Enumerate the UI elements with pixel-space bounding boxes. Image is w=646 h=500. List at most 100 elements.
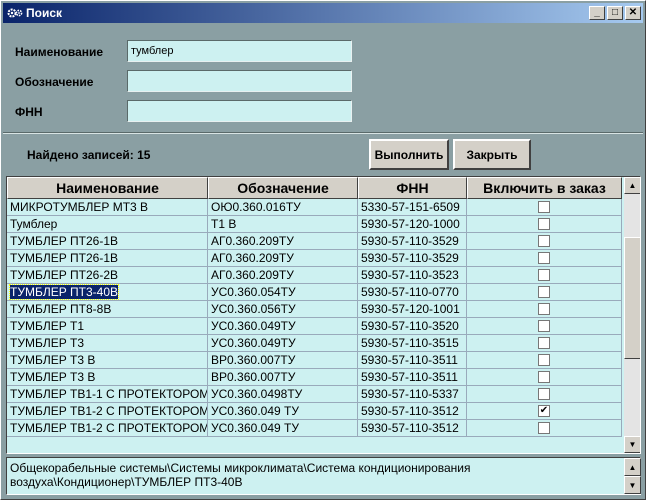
cell-fnn[interactable]: 5930-57-110-0770 bbox=[358, 284, 467, 301]
cell-name[interactable]: ТУМБЛЕР ПТ26-2В bbox=[7, 267, 208, 284]
cell-fnn[interactable]: 5930-57-110-3520 bbox=[358, 318, 467, 335]
cell-name[interactable]: ТУМБЛЕР ПТ26-1В bbox=[7, 233, 208, 250]
table-row[interactable]: Тумблер Т1 В 5930-57-120-1000 bbox=[7, 216, 622, 233]
include-checkbox[interactable] bbox=[538, 201, 550, 213]
cell-name-text: ТУМБЛЕР ПТ8-8В bbox=[10, 302, 112, 316]
include-checkbox[interactable] bbox=[538, 320, 550, 332]
table-row[interactable]: ТУМБЛЕР Т3 В ВР0.360.007ТУ 5930-57-110-351… bbox=[7, 352, 622, 369]
include-checkbox[interactable] bbox=[538, 286, 550, 298]
close-window-button[interactable]: ✕ bbox=[625, 6, 641, 20]
search-form: Наименование Обозначение ФНН bbox=[3, 25, 643, 131]
cell-name[interactable]: ТУМБЛЕР Т3 В bbox=[7, 352, 208, 369]
include-checkbox[interactable] bbox=[538, 303, 550, 315]
cell-include bbox=[467, 301, 622, 318]
cell-name[interactable]: МИКРОТУМБЛЕР МТ3 В bbox=[7, 199, 208, 216]
path-vertical-scrollbar[interactable]: ▲ ▼ bbox=[624, 458, 641, 494]
cell-designation[interactable]: ВР0.360.007ТУ bbox=[208, 369, 358, 386]
include-checkbox[interactable] bbox=[538, 422, 550, 434]
cell-name[interactable]: ТУМБЛЕР ПТ8-8В bbox=[7, 301, 208, 318]
cell-designation[interactable]: УС0.360.049ТУ bbox=[208, 335, 358, 352]
scroll-thumb[interactable] bbox=[624, 237, 640, 359]
table-row[interactable]: ТУМБЛЕР ПТ26-2В АГ0.360.209ТУ 5930-57-110-… bbox=[7, 267, 622, 284]
cell-fnn[interactable]: 5930-57-110-3529 bbox=[358, 233, 467, 250]
include-checkbox[interactable] bbox=[538, 337, 550, 349]
cell-name[interactable]: ТУМБЛЕР ТВ1-2 С ПРОТЕКТОРОМ bbox=[7, 403, 208, 420]
cell-name[interactable]: ТУМБЛЕР ТВ1-2 С ПРОТЕКТОРОМ bbox=[7, 420, 208, 437]
table-row[interactable]: ТУМБЛЕР ПТ26-1В АГ0.360.209ТУ 5930-57-110-… bbox=[7, 250, 622, 267]
cell-designation[interactable]: ВР0.360.007ТУ bbox=[208, 352, 358, 369]
cell-name-text: Тумблер bbox=[10, 217, 58, 231]
maximize-button[interactable]: □ bbox=[607, 6, 623, 20]
cell-name[interactable]: ТУМБЛЕР ПТ26-1В bbox=[7, 250, 208, 267]
cell-designation[interactable]: АГ0.360.209ТУ bbox=[208, 233, 358, 250]
title-bar[interactable]: Поиск _ □ ✕ bbox=[3, 3, 643, 23]
fnn-input[interactable] bbox=[127, 100, 352, 122]
include-checkbox[interactable] bbox=[538, 269, 550, 281]
minimize-button[interactable]: _ bbox=[589, 6, 605, 20]
table-row[interactable]: ТУМБЛЕР ТВ1-1 С ПРОТЕКТОРОМ УС0.360.0498Т… bbox=[7, 386, 622, 403]
include-checkbox[interactable] bbox=[538, 388, 550, 400]
cell-fnn[interactable]: 5930-57-110-3511 bbox=[358, 352, 467, 369]
table-row[interactable]: ТУМБЛЕР ТВ1-2 С ПРОТЕКТОРОМ УС0.360.049 Т… bbox=[7, 403, 622, 420]
table-row[interactable]: ТУМБЛЕР Т1 УС0.360.049ТУ 5930-57-110-3520 bbox=[7, 318, 622, 335]
path-scroll-down-icon[interactable]: ▼ bbox=[624, 476, 641, 494]
cell-fnn[interactable]: 5930-57-110-3511 bbox=[358, 369, 467, 386]
cell-designation[interactable]: Т1 В bbox=[208, 216, 358, 233]
cell-fnn[interactable]: 5930-57-110-3529 bbox=[358, 250, 467, 267]
cell-designation[interactable]: УС0.360.049ТУ bbox=[208, 318, 358, 335]
include-checkbox[interactable] bbox=[538, 218, 550, 230]
cell-name[interactable]: ТУМБЛЕР Т3 bbox=[7, 335, 208, 352]
include-checkbox[interactable] bbox=[538, 354, 550, 366]
cell-fnn[interactable]: 5930-57-120-1000 bbox=[358, 216, 467, 233]
cell-designation[interactable]: УС0.360.054ТУ bbox=[208, 284, 358, 301]
column-header-fnn[interactable]: ФНН bbox=[358, 177, 467, 199]
table-row[interactable]: ТУМБЛЕР ТВ1-2 С ПРОТЕКТОРОМ УС0.360.049 Т… bbox=[7, 420, 622, 437]
cell-name[interactable]: ТУМБЛЕР ПТ3-40В bbox=[7, 284, 208, 301]
column-header-designation[interactable]: Обозначение bbox=[208, 177, 358, 199]
cell-fnn[interactable]: 5930-57-110-3523 bbox=[358, 267, 467, 284]
table-row[interactable]: ТУМБЛЕР ПТ26-1В АГ0.360.209ТУ 5930-57-110-… bbox=[7, 233, 622, 250]
table-row[interactable]: ТУМБЛЕР Т3 В ВР0.360.007ТУ 5930-57-110-351… bbox=[7, 369, 622, 386]
scroll-up-icon[interactable]: ▲ bbox=[624, 177, 640, 194]
cell-fnn[interactable]: 5930-57-110-3512 bbox=[358, 403, 467, 420]
cell-designation[interactable]: УС0.360.049 ТУ bbox=[208, 420, 358, 437]
include-checkbox[interactable] bbox=[538, 252, 550, 264]
cell-fnn[interactable]: 5930-57-120-1001 bbox=[358, 301, 467, 318]
grid-vertical-scrollbar[interactable]: ▲ ▼ bbox=[624, 177, 640, 453]
cell-name[interactable]: ТУМБЛЕР ТВ1-1 С ПРОТЕКТОРОМ bbox=[7, 386, 208, 403]
fnn-label: ФНН bbox=[15, 105, 43, 119]
cell-fnn[interactable]: 5930-57-110-3515 bbox=[358, 335, 467, 352]
cell-include bbox=[467, 250, 622, 267]
cell-designation[interactable]: АГ0.360.209ТУ bbox=[208, 267, 358, 284]
cell-fnn[interactable]: 5930-57-110-3512 bbox=[358, 420, 467, 437]
scroll-down-icon[interactable]: ▼ bbox=[624, 436, 640, 453]
include-checkbox[interactable]: ✔ bbox=[538, 405, 550, 417]
cell-name[interactable]: ТУМБЛЕР Т3 В bbox=[7, 369, 208, 386]
category-path-box[interactable]: Общекорабельные системы\Системы микрокли… bbox=[6, 457, 641, 495]
column-header-include[interactable]: Включить в заказ bbox=[467, 177, 622, 199]
cell-designation[interactable]: УС0.360.049 ТУ bbox=[208, 403, 358, 420]
path-scroll-up-icon[interactable]: ▲ bbox=[624, 458, 641, 476]
name-input[interactable] bbox=[127, 40, 352, 62]
table-row[interactable]: ТУМБЛЕР ПТ3-40В УС0.360.054ТУ 5930-57-110-… bbox=[7, 284, 622, 301]
cell-name[interactable]: ТУМБЛЕР Т1 bbox=[7, 318, 208, 335]
cell-fnn[interactable]: 5930-57-110-5337 bbox=[358, 386, 467, 403]
results-grid: Наименование Обозначение ФНН Включить в … bbox=[6, 176, 641, 454]
close-button[interactable]: Закрыть bbox=[453, 139, 531, 170]
column-header-name[interactable]: Наименование bbox=[7, 177, 208, 199]
run-button[interactable]: Выполнить bbox=[369, 139, 449, 170]
cell-designation[interactable]: ОЮ0.360.016ТУ bbox=[208, 199, 358, 216]
cell-fnn[interactable]: 5330-57-151-6509 bbox=[358, 199, 467, 216]
cell-name-text: ТУМБЛЕР ПТ26-1В bbox=[10, 234, 119, 248]
cell-designation[interactable]: УС0.360.056ТУ bbox=[208, 301, 358, 318]
cell-designation[interactable]: АГ0.360.209ТУ bbox=[208, 250, 358, 267]
table-row[interactable]: МИКРОТУМБЛЕР МТ3 В ОЮ0.360.016ТУ 5330-57-1… bbox=[7, 199, 622, 216]
include-checkbox[interactable] bbox=[538, 371, 550, 383]
include-checkbox[interactable] bbox=[538, 235, 550, 247]
cell-name[interactable]: Тумблер bbox=[7, 216, 208, 233]
cell-include bbox=[467, 216, 622, 233]
table-row[interactable]: ТУМБЛЕР Т3 УС0.360.049ТУ 5930-57-110-3515 bbox=[7, 335, 622, 352]
cell-designation[interactable]: УС0.360.0498ТУ bbox=[208, 386, 358, 403]
table-row[interactable]: ТУМБЛЕР ПТ8-8В УС0.360.056ТУ 5930-57-120-1… bbox=[7, 301, 622, 318]
designation-input[interactable] bbox=[127, 70, 352, 92]
